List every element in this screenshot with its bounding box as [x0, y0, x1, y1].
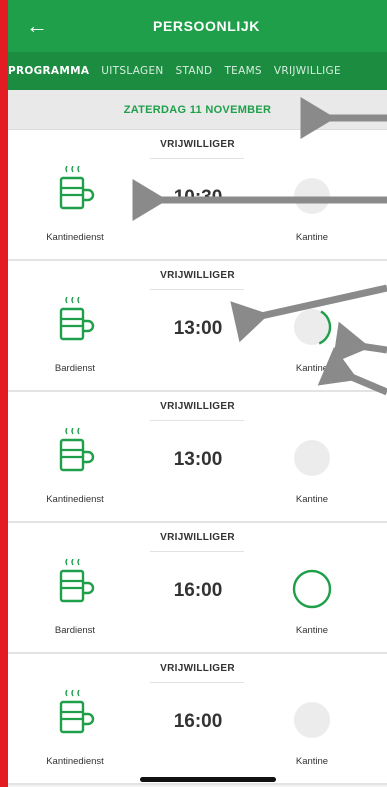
shift-card[interactable]: VRIJWILLIGER Kantinedienst 16:00 Kantine [8, 654, 387, 785]
shift-card[interactable]: VRIJWILLIGER Bardienst 16:00 Kantine [8, 523, 387, 654]
service-label: Bardienst [54, 363, 96, 374]
date-header: ZATERDAG 11 NOVEMBER [8, 90, 387, 130]
shift-role: VRIJWILLIGER [160, 270, 235, 281]
coffee-cup-icon [55, 689, 95, 740]
shift-time: 13:00 [173, 449, 223, 470]
divider [150, 289, 244, 290]
status-ring-icon[interactable] [292, 700, 332, 740]
shift-card[interactable]: VRIJWILLIGER Bardienst 13:00 Kantine [8, 261, 387, 392]
shift-time: 16:00 [173, 711, 223, 732]
tab-teams[interactable]: TEAMS [224, 65, 261, 77]
service-label: Kantinedienst [46, 232, 104, 243]
shift-role: VRIJWILLIGER [160, 532, 235, 543]
service-label: Bardienst [54, 625, 96, 636]
location-label: Kantine [295, 756, 329, 767]
shift-card[interactable]: VRIJWILLIGER Kantinedienst 13:00 Kantine [8, 392, 387, 523]
location-label: Kantine [295, 494, 329, 505]
status-ring-icon[interactable] [292, 569, 332, 609]
tab-stand[interactable]: STAND [176, 65, 213, 77]
location-label: Kantine [295, 232, 329, 243]
date-label: ZATERDAG 11 NOVEMBER [123, 103, 272, 116]
shift-time: 13:00 [173, 318, 223, 339]
page-title: PERSOONLIJK [153, 18, 260, 34]
status-ring-icon[interactable] [292, 307, 332, 347]
location-label: Kantine [295, 625, 329, 636]
shift-time: 10:30 [173, 187, 223, 208]
shift-list: VRIJWILLIGER Kantinedienst 10:30 Kantine VRI… [8, 130, 387, 785]
shift-role: VRIJWILLIGER [160, 663, 235, 674]
tab-uitslagen[interactable]: UITSLAGEN [101, 65, 163, 77]
tab-programma[interactable]: PROGRAMMA [8, 65, 89, 77]
service-label: Kantinedienst [46, 494, 104, 505]
status-ring-icon[interactable] [292, 438, 332, 478]
service-label: Kantinedienst [46, 756, 104, 767]
shift-card[interactable]: VRIJWILLIGER Kantinedienst 10:30 Kantine [8, 130, 387, 261]
home-indicator[interactable] [140, 777, 276, 782]
coffee-cup-icon [55, 296, 95, 347]
top-bar: ← PERSOONLIJK [8, 0, 387, 52]
shift-role: VRIJWILLIGER [160, 401, 235, 412]
coffee-cup-icon [55, 165, 95, 216]
shift-time: 16:00 [173, 580, 223, 601]
tab-vrijwilligers[interactable]: VRIJWILLIGE [274, 65, 341, 77]
coffee-cup-icon [55, 558, 95, 609]
divider [150, 420, 244, 421]
back-arrow-icon[interactable]: ← [26, 14, 50, 38]
divider [150, 682, 244, 683]
location-label: Kantine [295, 363, 329, 374]
divider [150, 158, 244, 159]
coffee-cup-icon [55, 427, 95, 478]
divider [150, 551, 244, 552]
status-ring-icon[interactable] [292, 176, 332, 216]
phone-screen: ← PERSOONLIJK PROGRAMMA UITSLAGEN STAND … [8, 0, 387, 787]
tab-bar: PROGRAMMA UITSLAGEN STAND TEAMS VRIJWILL… [8, 52, 387, 90]
shift-role: VRIJWILLIGER [160, 139, 235, 150]
